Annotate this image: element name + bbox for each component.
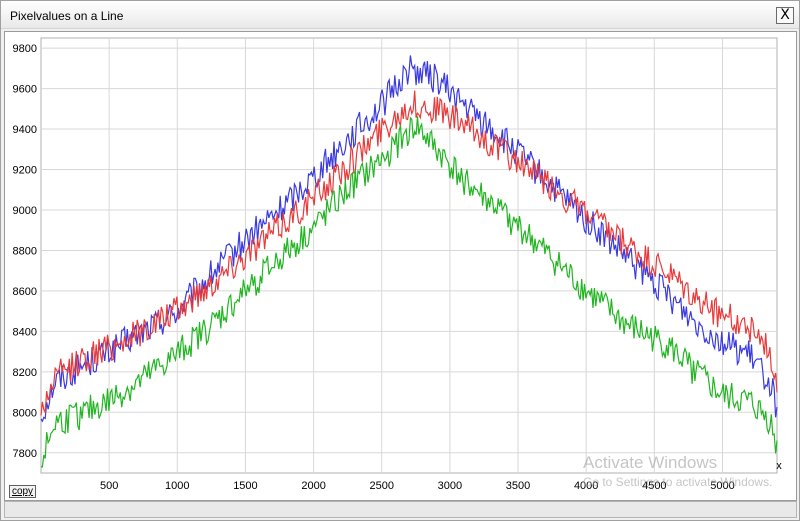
x-tick-label: 2000 xyxy=(301,480,325,492)
line-chart[interactable]: 7800 8000 8200 8400 8600 8800 9000 9200 9400 9600… xyxy=(5,32,798,502)
y-tick-label: 8400 xyxy=(13,326,37,338)
plot-area[interactable]: 7800 8000 8200 8400 8600 8800 9000 9200 9400 9600… xyxy=(4,31,797,501)
y-tick-label: 9000 xyxy=(13,205,37,217)
y-tick-label: 9600 xyxy=(13,84,37,96)
y-tick-label: 9800 xyxy=(13,43,37,55)
plot-window: Pixelvalues on a Line X 7800 8000 8200 8400… xyxy=(0,0,800,521)
window-title: Pixelvalues on a Line xyxy=(10,9,124,23)
x-tick-label: 1000 xyxy=(165,480,189,492)
y-tick-label: 7800 xyxy=(13,448,37,460)
y-tick-label: 9400 xyxy=(13,124,37,136)
copy-button[interactable]: copy xyxy=(9,485,36,498)
x-tick-label: 500 xyxy=(100,480,118,492)
x-axis-marker: x xyxy=(776,460,782,472)
activation-watermark-subtitle: Go to Settings to activate Windows. xyxy=(583,475,773,489)
plot-frame xyxy=(40,37,778,474)
y-tick-label: 8000 xyxy=(13,407,37,419)
status-bar xyxy=(4,501,797,518)
y-tick-label: 8600 xyxy=(13,286,37,298)
x-tick-label: 3500 xyxy=(506,480,530,492)
y-tick-label: 8200 xyxy=(13,367,37,379)
activation-watermark-title: Activate Windows xyxy=(583,453,718,472)
x-tick-label: 3000 xyxy=(438,480,462,492)
y-tick-label: 8800 xyxy=(13,245,37,257)
title-bar[interactable]: Pixelvalues on a Line X xyxy=(1,1,799,29)
close-button[interactable]: X xyxy=(776,7,794,24)
x-tick-label: 1500 xyxy=(233,480,257,492)
x-tick-label: 2500 xyxy=(369,480,393,492)
y-tick-label: 9200 xyxy=(13,165,37,177)
